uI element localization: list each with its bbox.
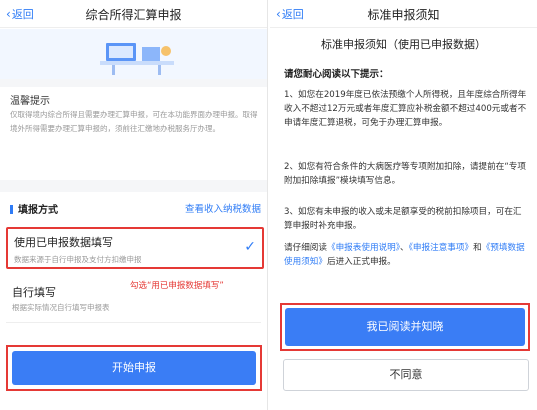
option-manual-fill[interactable]: 自行填写 根据实际情况自行填写申报表: [6, 282, 264, 318]
notice-read-instructions: 请仔细阅读《申报表使用说明》、《申报注意事项》和《预填数据使用须知》后进入正式申…: [284, 241, 528, 269]
option-use-declared-data[interactable]: 使用已申报数据填写 数据来源于自行申报及支付方扣缴申报 ✓: [6, 227, 264, 269]
notice-paragraph-1: 1、如您在2019年度已依法预缴个人所得税，且年度综合所得年收入不超过12万元或…: [284, 90, 527, 128]
acknowledge-button[interactable]: 我已阅读并知晓: [285, 308, 525, 346]
highlight-box: 开始申报: [6, 345, 262, 391]
declaration-notes-link[interactable]: 《申报注意事项》: [409, 243, 473, 253]
divider: [6, 322, 261, 323]
option-desc: 根据实际情况自行填写申报表: [12, 303, 110, 312]
spacer: [0, 180, 267, 192]
tips-title: 温馨提示: [10, 96, 50, 107]
right-screen: ‹返回 标准申报须知 标准申报须知（使用已申报数据） 请您耐心阅读以下提示： 1…: [270, 0, 537, 410]
notice-subheading: 请您耐心阅读以下提示：: [284, 69, 389, 80]
right-header: ‹返回 标准申报须知: [270, 0, 537, 28]
highlight-box: 我已阅读并知晓: [280, 303, 530, 351]
office-illustration-icon: [100, 43, 174, 75]
separator: 和: [473, 243, 482, 253]
view-income-tax-data-link[interactable]: 查看收入纳税数据: [185, 201, 261, 215]
page-title: 综合所得汇算申报: [85, 8, 182, 22]
fill-method-label: 填报方式: [10, 201, 58, 216]
notice-paragraph-2: 2、如您有符合条件的大病医疗等专项附加扣除，请提前在“专项附加扣除填报”模块填写…: [284, 162, 526, 186]
notice-suffix: 后进入正式申报。: [326, 257, 396, 267]
left-header: ‹返回 综合所得汇算申报: [0, 0, 267, 28]
notice-paragraph-3: 3、如您有未申报的收入或未足额享受的税前扣除项目，可在汇算申报时补充申报。: [284, 207, 522, 231]
tips-body: 仅取得境内综合所得且需要办理汇算申报，可在本功能界面办理申报。取得境外所得需要办…: [10, 110, 258, 133]
notice-prefix: 请仔细阅读: [284, 243, 327, 253]
start-declaration-button[interactable]: 开始申报: [12, 351, 256, 385]
declaration-form-guide-link[interactable]: 《申报表使用说明》: [327, 243, 400, 253]
option-name: 使用已申报数据填写: [14, 236, 113, 249]
disagree-button[interactable]: 不同意: [283, 359, 529, 391]
option-desc: 数据来源于自行申报及支付方扣缴申报: [14, 255, 142, 264]
separator: 、: [400, 243, 409, 253]
left-screen: ‹返回 综合所得汇算申报 温馨提示 仅取得境内综合所得且需要办理汇算申报，可在本…: [0, 0, 268, 410]
spacer: [0, 79, 267, 87]
checkmark-icon: ✓: [244, 239, 256, 255]
banner-illustration: [0, 29, 267, 79]
notice-heading: 标准申报须知（使用已申报数据）: [321, 38, 486, 51]
page-title: 标准申报须知: [367, 8, 440, 22]
option-name: 自行填写: [12, 286, 56, 299]
